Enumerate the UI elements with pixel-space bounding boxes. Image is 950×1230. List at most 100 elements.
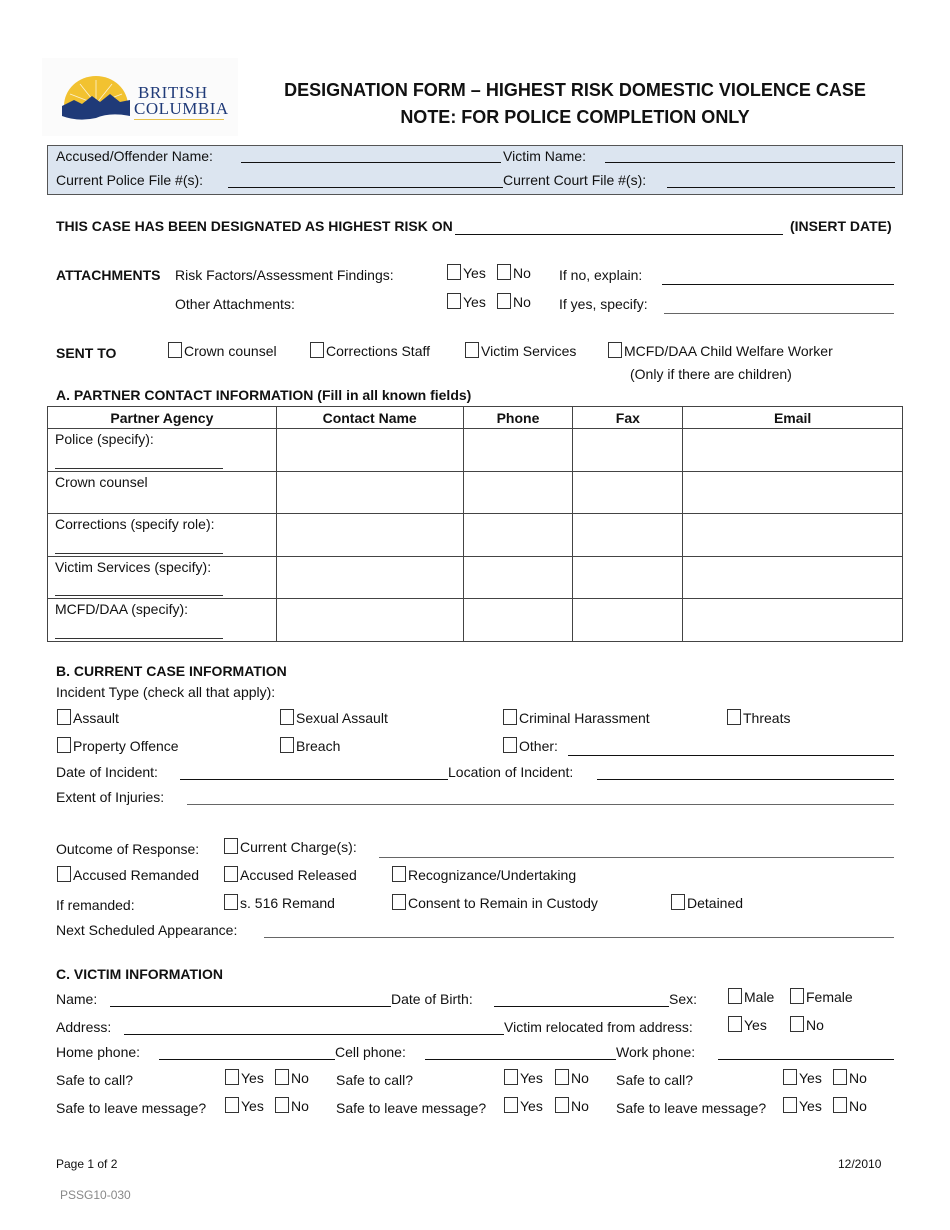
checkbox-icon	[555, 1069, 569, 1085]
incident-breach-checkbox[interactable]: Breach	[280, 737, 340, 754]
fax-cell[interactable]	[572, 470, 684, 514]
sent-to-mcfd-checkbox[interactable]: MCFD/DAA Child Welfare Worker	[608, 342, 833, 359]
contact-name-cell[interactable]	[275, 513, 464, 557]
logo-text-columbia: COLUMBIA	[134, 99, 229, 118]
fax-cell[interactable]	[572, 598, 684, 642]
cell-safe-to-leave-yes-checkbox[interactable]: Yes	[504, 1097, 543, 1114]
accused-released-checkbox[interactable]: Accused Released	[224, 866, 357, 883]
sent-to-corrections-checkbox[interactable]: Corrections Staff	[310, 342, 430, 359]
incident-other-checkbox[interactable]: Other:	[503, 737, 558, 754]
checkbox-icon	[225, 1069, 239, 1085]
incident-sexual-assault-checkbox[interactable]: Sexual Assault	[280, 709, 388, 726]
address-field[interactable]	[124, 1034, 504, 1035]
checkbox-icon	[504, 1069, 518, 1085]
relocated-yes-checkbox[interactable]: Yes	[728, 1016, 767, 1033]
sent-to-victim-services-checkbox[interactable]: Victim Services	[465, 342, 576, 359]
other-attachments-yes-checkbox[interactable]: Yes	[447, 293, 486, 310]
sent-to-mcfd-note: (Only if there are children)	[630, 366, 792, 382]
work-phone-label: Work phone:	[616, 1044, 696, 1060]
work-phone-field[interactable]	[718, 1059, 894, 1060]
current-charges-checkbox[interactable]: Current Charge(s):	[224, 838, 357, 855]
col-header-partner-agency: Partner Agency	[47, 406, 277, 429]
extent-of-injuries-field[interactable]	[187, 804, 894, 805]
accused-remanded-checkbox[interactable]: Accused Remanded	[57, 866, 199, 883]
contact-name-cell[interactable]	[275, 598, 464, 642]
checkbox-icon	[447, 264, 461, 280]
s516-remand-checkbox[interactable]: s. 516 Remand	[224, 894, 335, 911]
work-safe-to-leave-no-checkbox[interactable]: No	[833, 1097, 867, 1114]
risk-factors-yes-checkbox[interactable]: Yes	[447, 264, 486, 281]
email-cell[interactable]	[682, 428, 903, 472]
if-no-explain-field[interactable]	[662, 284, 894, 285]
sex-male-checkbox[interactable]: Male	[728, 988, 774, 1005]
contact-name-cell[interactable]	[275, 470, 464, 514]
contact-name-cell[interactable]	[275, 555, 464, 599]
agency-cell[interactable]: MCFD/DAA (specify):	[47, 598, 277, 642]
sex-female-checkbox[interactable]: Female	[790, 988, 853, 1005]
cell-safe-to-leave-no-checkbox[interactable]: No	[555, 1097, 589, 1114]
fax-cell[interactable]	[572, 555, 684, 599]
police-file-label: Current Police File #(s):	[56, 172, 204, 188]
risk-factors-no-checkbox[interactable]: No	[497, 264, 531, 281]
cell-safe-to-leave-label: Safe to leave message?	[336, 1100, 487, 1116]
next-appearance-field[interactable]	[264, 937, 894, 938]
agency-cell[interactable]: Police (specify):	[47, 428, 277, 472]
detained-checkbox[interactable]: Detained	[671, 894, 743, 911]
accused-name-field[interactable]	[241, 162, 501, 163]
email-cell[interactable]	[682, 598, 903, 642]
incident-other-field[interactable]	[568, 755, 894, 756]
recognizance-checkbox[interactable]: Recognizance/Undertaking	[392, 866, 576, 883]
home-safe-to-call-no-checkbox[interactable]: No	[275, 1069, 309, 1086]
relocated-no-checkbox[interactable]: No	[790, 1016, 824, 1033]
work-safe-to-leave-yes-checkbox[interactable]: Yes	[783, 1097, 822, 1114]
home-safe-to-leave-no-checkbox[interactable]: No	[275, 1097, 309, 1114]
checkbox-icon	[833, 1097, 847, 1113]
victim-name-c-field[interactable]	[110, 1006, 391, 1007]
consent-custody-checkbox[interactable]: Consent to Remain in Custody	[392, 894, 598, 911]
cell-phone-field[interactable]	[425, 1059, 616, 1060]
phone-cell[interactable]	[462, 470, 574, 514]
other-attachments-no-checkbox[interactable]: No	[497, 293, 531, 310]
incident-assault-checkbox[interactable]: Assault	[57, 709, 119, 726]
phone-cell[interactable]	[462, 598, 574, 642]
contact-name-cell[interactable]	[275, 428, 464, 472]
form-revision-date: 12/2010	[838, 1157, 882, 1171]
if-yes-specify-field[interactable]	[664, 313, 894, 314]
sent-to-crown-counsel-checkbox[interactable]: Crown counsel	[168, 342, 277, 359]
current-charges-field[interactable]	[379, 857, 894, 858]
agency-cell[interactable]: Victim Services (specify):	[47, 555, 277, 599]
fax-cell[interactable]	[572, 513, 684, 557]
checkbox-icon	[392, 894, 406, 910]
checkbox-icon	[503, 737, 517, 753]
court-file-field[interactable]	[667, 187, 895, 188]
next-appearance-label: Next Scheduled Appearance:	[56, 922, 238, 938]
phone-cell[interactable]	[462, 555, 574, 599]
work-safe-to-call-yes-checkbox[interactable]: Yes	[783, 1069, 822, 1086]
agency-cell[interactable]: Corrections (specify role):	[47, 513, 277, 557]
checkbox-icon	[783, 1097, 797, 1113]
home-phone-field[interactable]	[159, 1059, 335, 1060]
email-cell[interactable]	[682, 555, 903, 599]
email-cell[interactable]	[682, 513, 903, 557]
work-safe-to-call-no-checkbox[interactable]: No	[833, 1069, 867, 1086]
cell-phone-label: Cell phone:	[335, 1044, 406, 1060]
date-of-incident-field[interactable]	[180, 779, 448, 780]
agency-cell[interactable]: Crown counsel	[47, 470, 277, 514]
cell-safe-to-call-yes-checkbox[interactable]: Yes	[504, 1069, 543, 1086]
incident-criminal-harassment-checkbox[interactable]: Criminal Harassment	[503, 709, 650, 726]
fax-cell[interactable]	[572, 428, 684, 472]
cell-safe-to-call-no-checkbox[interactable]: No	[555, 1069, 589, 1086]
dob-field[interactable]	[494, 1006, 669, 1007]
incident-threats-checkbox[interactable]: Threats	[727, 709, 790, 726]
victim-name-field[interactable]	[605, 162, 895, 163]
designation-date-field[interactable]	[455, 234, 783, 235]
phone-cell[interactable]	[462, 428, 574, 472]
incident-property-offence-checkbox[interactable]: Property Offence	[57, 737, 179, 754]
home-safe-to-call-yes-checkbox[interactable]: Yes	[225, 1069, 264, 1086]
police-file-field[interactable]	[228, 187, 503, 188]
phone-cell[interactable]	[462, 513, 574, 557]
home-safe-to-leave-yes-checkbox[interactable]: Yes	[225, 1097, 264, 1114]
location-of-incident-field[interactable]	[597, 779, 894, 780]
attachments-heading: ATTACHMENTS	[56, 267, 161, 283]
email-cell[interactable]	[682, 470, 903, 514]
